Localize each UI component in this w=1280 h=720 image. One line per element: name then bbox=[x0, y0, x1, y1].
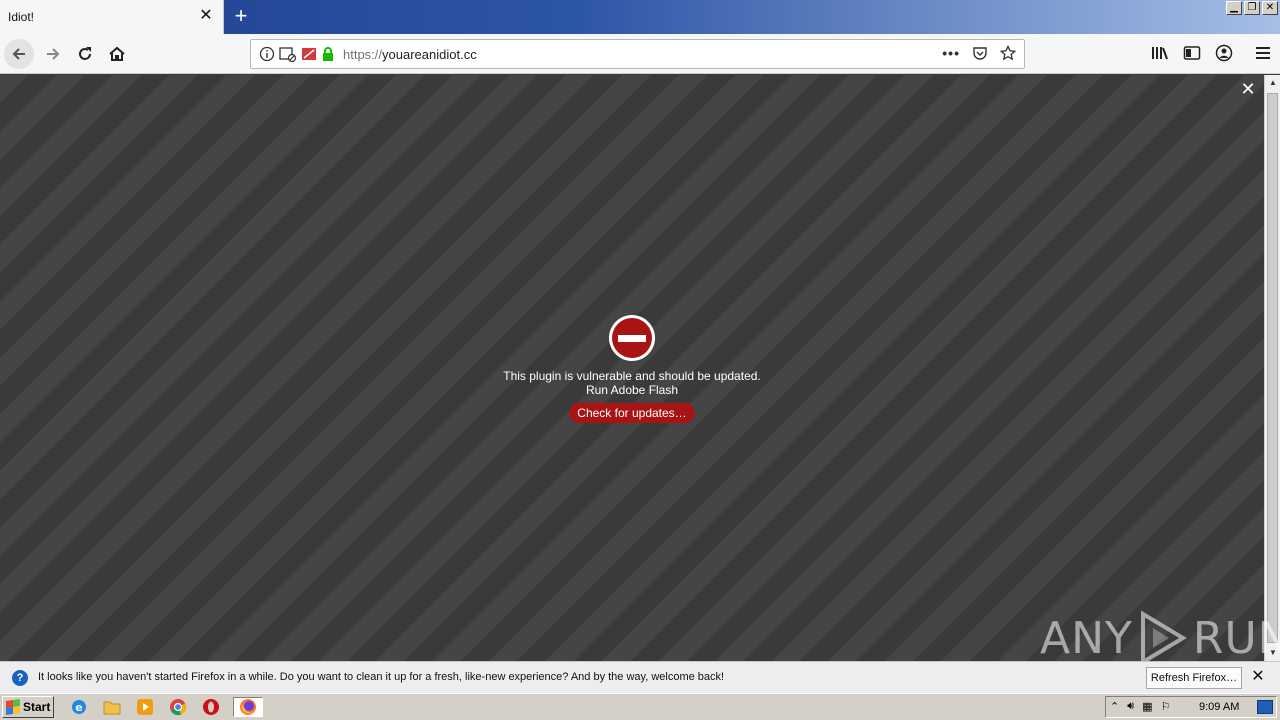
permissions-icon[interactable] bbox=[279, 46, 297, 62]
tray-icons: ⌃ 🔊︎ ▦ ⚐ bbox=[1110, 700, 1170, 713]
tab-close-icon[interactable]: ✕ bbox=[199, 8, 213, 24]
home-button[interactable] bbox=[102, 39, 132, 69]
scroll-up-arrow-icon[interactable]: ▲ bbox=[1265, 75, 1280, 91]
home-icon bbox=[109, 46, 125, 61]
svg-text:e: e bbox=[75, 701, 82, 714]
notification-close-icon[interactable]: ✕ bbox=[1250, 669, 1266, 685]
start-button[interactable]: Start bbox=[2, 696, 54, 718]
windows-logo-icon bbox=[6, 699, 20, 715]
question-icon: ? bbox=[12, 670, 28, 686]
browser-tab[interactable]: Idiot! ✕ bbox=[0, 0, 224, 34]
clock[interactable]: 9:09 AM bbox=[1199, 701, 1239, 713]
window-controls: ▁ ❐ ✕ bbox=[1226, 1, 1278, 17]
notification-bar: ? It looks like you haven't started Fire… bbox=[0, 661, 1280, 693]
browser-titlebar: Idiot! ✕ + ▁ ❐ ✕ bbox=[0, 0, 1280, 34]
library-icon bbox=[1152, 47, 1168, 60]
play-logo-icon bbox=[1140, 610, 1187, 666]
opera-icon[interactable] bbox=[200, 697, 222, 717]
url-bar[interactable]: https://youareanidiot.cc ••• bbox=[250, 39, 1025, 69]
file-explorer-icon[interactable] bbox=[101, 697, 123, 717]
forward-button[interactable] bbox=[38, 39, 68, 69]
action-center-flag-icon[interactable]: ⚐ bbox=[1161, 700, 1171, 713]
page-actions-icon[interactable]: ••• bbox=[942, 45, 960, 61]
show-hidden-icons-chevron-icon[interactable]: ⌃ bbox=[1110, 700, 1119, 713]
restore-button[interactable]: ❐ bbox=[1244, 1, 1260, 15]
url-scheme: https:// bbox=[343, 47, 383, 62]
url-identity-icons bbox=[259, 46, 335, 62]
chrome-icon[interactable] bbox=[167, 697, 189, 717]
show-desktop-icon[interactable] bbox=[1257, 700, 1273, 714]
watermark-text-any: ANY bbox=[1040, 612, 1133, 664]
notification-text: It looks like you haven't started Firefo… bbox=[38, 671, 725, 683]
firefox-taskbar-button[interactable] bbox=[233, 697, 263, 717]
account-icon bbox=[1215, 44, 1233, 62]
anyrun-watermark: ANY RUN bbox=[1040, 610, 1280, 666]
blocked-plugin-icon-bar bbox=[618, 334, 646, 342]
pocket-icon[interactable] bbox=[972, 45, 988, 61]
check-for-updates-button[interactable]: Check for updates… bbox=[569, 403, 695, 423]
toolbar-right bbox=[1150, 42, 1274, 64]
url-host: youareanidiot.cc bbox=[382, 47, 477, 62]
watermark-text-run: RUN bbox=[1192, 612, 1280, 664]
system-tray: ⌃ 🔊︎ ▦ ⚐ 9:09 AM bbox=[1105, 696, 1277, 718]
sidebar-icon bbox=[1183, 46, 1201, 60]
new-tab-button[interactable]: + bbox=[230, 5, 252, 27]
url-text[interactable]: https://youareanidiot.cc bbox=[343, 47, 477, 62]
account-button[interactable] bbox=[1214, 42, 1234, 64]
page-scrollbar[interactable]: ▲ ▼ bbox=[1264, 75, 1280, 661]
reload-button[interactable] bbox=[70, 39, 100, 69]
minimize-button[interactable]: ▁ bbox=[1226, 1, 1242, 15]
plugin-message-line1: This plugin is vulnerable and should be … bbox=[503, 369, 761, 383]
blocked-plugin-icon-circle bbox=[612, 318, 652, 358]
menu-button[interactable] bbox=[1254, 42, 1274, 64]
back-button[interactable] bbox=[4, 39, 34, 69]
arrow-right-icon bbox=[47, 48, 60, 60]
internet-explorer-icon[interactable]: e bbox=[68, 697, 90, 717]
plugin-overlay-close-icon[interactable]: ✕ bbox=[1240, 80, 1256, 98]
refresh-firefox-button[interactable]: Refresh Firefox… bbox=[1146, 667, 1242, 689]
tab-title: Idiot! bbox=[8, 10, 35, 24]
quick-launch: e bbox=[68, 697, 263, 717]
plugin-message-line2[interactable]: Run Adobe Flash bbox=[480, 383, 784, 397]
blocked-plugin-icon bbox=[609, 315, 655, 361]
lock-icon bbox=[323, 47, 333, 61]
close-button[interactable]: ✕ bbox=[1262, 1, 1278, 15]
url-actions: ••• bbox=[942, 45, 1016, 61]
start-label: Start bbox=[23, 700, 51, 714]
arrow-left-icon bbox=[12, 48, 25, 60]
page-content: ✕ This plugin is vulnerable and should b… bbox=[0, 75, 1264, 661]
scrollbar-thumb[interactable] bbox=[1267, 93, 1278, 643]
network-icon[interactable]: ▦ bbox=[1142, 700, 1152, 713]
info-icon[interactable] bbox=[259, 46, 275, 62]
bookmark-star-icon[interactable] bbox=[1000, 45, 1016, 61]
navigation-toolbar: https://youareanidiot.cc ••• bbox=[0, 34, 1280, 74]
plugin-blocked-panel: This plugin is vulnerable and should be … bbox=[480, 315, 784, 423]
windows-taskbar: Start e ⌃ 🔊︎ ▦ ⚐ 9:09 AM bbox=[0, 693, 1280, 720]
plugin-blocked-icon[interactable] bbox=[301, 46, 317, 62]
library-button[interactable] bbox=[1150, 42, 1170, 64]
reload-icon bbox=[79, 47, 91, 60]
volume-icon[interactable]: 🔊︎ bbox=[1127, 700, 1134, 713]
media-player-icon[interactable] bbox=[134, 697, 156, 717]
sidebar-button[interactable] bbox=[1182, 42, 1202, 64]
plugin-message: This plugin is vulnerable and should be … bbox=[480, 369, 784, 397]
firefox-icon bbox=[240, 699, 256, 715]
hamburger-menu-icon bbox=[1256, 47, 1270, 59]
